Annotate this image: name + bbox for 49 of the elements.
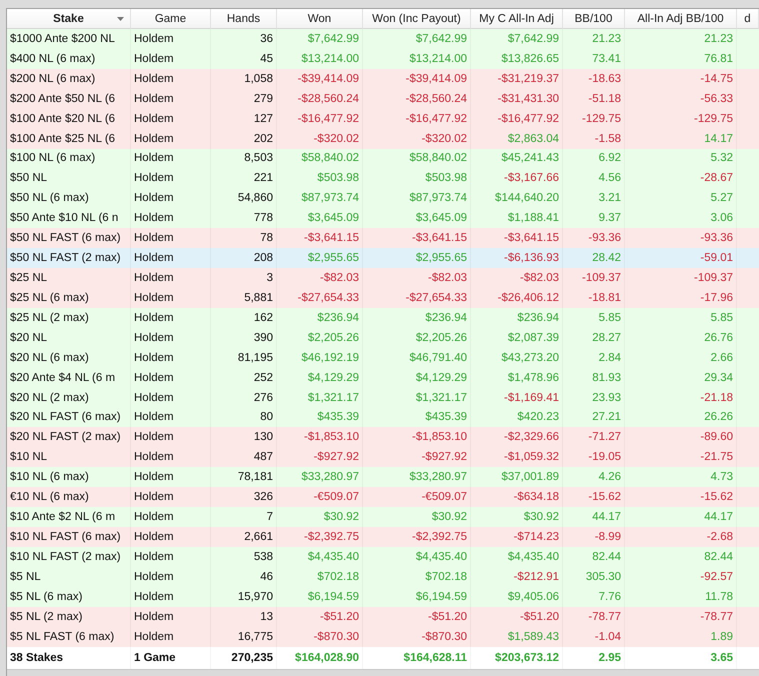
table-row[interactable]: $20 NL FAST (6 max) Holdem 80 $435.39 $435.39 $420.23 27.21 26.26 <box>7 408 759 428</box>
table-cell: -$870.30 <box>363 626 471 647</box>
table-cell: 16,775 <box>211 626 277 647</box>
table-row[interactable]: $20 NL (6 max) Holdem 81,195 $46,192.19 $46,791.40 $43,273.20 2.84 2.66 <box>7 348 759 368</box>
table-row[interactable]: $5 NL (6 max) Holdem 15,970 $6,194.59 $6,194.59 $9,405.06 7.76 11.78 <box>7 586 759 607</box>
table-row[interactable]: $50 NL FAST (6 max) Holdem 78 -$3,641.15 -$3,641.15 -$3,641.15 -93.36 -93.36 <box>7 228 759 248</box>
table-row[interactable]: $10 NL Holdem 487 -$927.92 -$927.92 -$1,059.32 -19.05 -21.75 <box>7 447 759 468</box>
column-header[interactable]: Won <box>277 9 363 29</box>
horizontal-scrollbar[interactable] <box>7 668 759 676</box>
table-row[interactable]: $50 NL FAST (2 max) Holdem 208 $2,955.65 $2,955.65 -$6,136.93 28.42 -59.01 <box>7 248 759 268</box>
table-row[interactable]: $25 NL (2 max) Holdem 162 $236.94 $236.94 $236.94 5.85 5.85 <box>7 308 759 328</box>
table-cell: $5 NL FAST (6 max) <box>7 626 131 647</box>
table-row[interactable]: $5 NL FAST (6 max) Holdem 16,775 -$870.30 -$870.30 $1,589.43 -1.04 1.89 <box>7 626 759 647</box>
table-row[interactable]: $20 Ante $4 NL (6 m Holdem 252 $4,129.29 $4,129.29 $1,478.96 81.93 29.34 <box>7 368 759 388</box>
table-row[interactable]: $20 NL Holdem 390 $2,205.26 $2,205.26 $2,087.39 28.27 26.76 <box>7 328 759 348</box>
table-cell: $1,589.43 <box>471 626 563 647</box>
table-cell: Holdem <box>131 626 211 647</box>
column-header[interactable]: Game <box>131 9 211 29</box>
table-row[interactable]: $10 NL FAST (2 max) Holdem 538 $4,435.40 $4,435.40 $4,435.40 82.44 82.44 <box>7 546 759 567</box>
table-row[interactable]: $1000 Ante $200 NL Holdem 36 $7,642.99 $7,642.99 $7,642.99 21.23 21.23 <box>7 29 759 49</box>
table-row[interactable]: $50 NL (6 max) Holdem 54,860 $87,973.74 $87,973.74 $144,640.20 3.21 5.27 <box>7 188 759 208</box>
table-row[interactable]: $20 NL FAST (2 max) Holdem 130 -$1,853.10 -$1,853.10 -$2,329.66 -71.27 -89.60 <box>7 427 759 448</box>
table-row[interactable]: $400 NL (6 max) Holdem 45 $13,214.00 $13,214.00 $13,826.65 73.41 76.81 <box>7 48 759 69</box>
table-row[interactable]: $10 Ante $2 NL (6 m Holdem 7 $30.92 $30.92 $30.92 44.17 44.17 <box>7 507 759 528</box>
table-row[interactable]: $100 Ante $20 NL (6 Holdem 127 -$16,477.92 -$16,477.92 -$16,477.92 -129.75 -129.75 <box>7 108 759 129</box>
table-cell: -$870.30 <box>277 626 363 647</box>
table-row[interactable]: $200 Ante $50 NL (6 Holdem 279 -$28,560.24 -$28,560.24 -$31,431.30 -51.18 -56.33 <box>7 88 759 109</box>
table-row[interactable]: $25 NL Holdem 3 -$82.03 -$82.03 -$82.03 -109.37 -109.37 <box>7 268 759 288</box>
table-row[interactable]: $50 NL Holdem 221 $503.98 $503.98 -$3,167.66 4.56 -28.67 <box>7 168 759 188</box>
column-header[interactable]: Hands <box>211 9 277 29</box>
column-header[interactable]: My C All-In Adj <box>471 9 563 29</box>
table-row[interactable]: €10 NL (6 max) Holdem 326 -€509.07 -€509.07 -$634.18 -15.62 -15.62 <box>7 487 759 508</box>
column-header[interactable]: All-In Adj BB/100 <box>625 9 737 29</box>
table-row[interactable]: $20 NL (2 max) Holdem 276 $1,321.17 $1,321.17 -$1,169.41 23.93 -21.18 <box>7 388 759 408</box>
table-row[interactable]: $25 NL (6 max) Holdem 5,881 -$27,654.33 -$27,654.33 -$26,406.12 -18.81 -17.96 <box>7 288 759 308</box>
table-row[interactable]: $50 Ante $10 NL (6 n Holdem 778 $3,645.09 $3,645.09 $1,188.41 9.37 3.06 <box>7 208 759 228</box>
table-row[interactable]: $100 Ante $25 NL (6 Holdem 202 -$320.02 -$320.02 $2,863.04 -1.58 14.17 <box>7 128 759 149</box>
column-header[interactable]: Stake <box>7 9 131 29</box>
table-row[interactable]: $5 NL (2 max) Holdem 13 -$51.20 -$51.20 -$51.20 -78.77 -78.77 <box>7 606 759 627</box>
table-cell: 1.89 <box>625 626 737 647</box>
column-header[interactable]: d <box>737 9 759 29</box>
table-row[interactable]: $10 NL (6 max) Holdem 78,181 $33,280.97 $33,280.97 $37,001.89 4.26 4.73 <box>7 467 759 488</box>
column-header[interactable]: Won (Inc Payout) <box>363 9 471 29</box>
table-row[interactable]: $100 NL (6 max) Holdem 8,503 $58,840.02 $58,840.02 $45,241.43 6.92 5.32 <box>7 148 759 168</box>
table-row[interactable]: $10 NL FAST (6 max) Holdem 2,661 -$2,392.75 -$2,392.75 -$714.23 -8.99 -2.68 <box>7 527 759 547</box>
table-row[interactable]: $200 NL (6 max) Holdem 1,058 -$39,414.09 -$39,414.09 -$31,219.37 -18.63 -14.75 <box>7 68 759 89</box>
table-cell: -1.04 <box>563 626 625 647</box>
table-row[interactable]: $5 NL Holdem 46 $702.18 $702.18 -$212.91 305.30 -92.57 <box>7 566 759 587</box>
column-header[interactable]: BB/100 <box>563 9 625 29</box>
